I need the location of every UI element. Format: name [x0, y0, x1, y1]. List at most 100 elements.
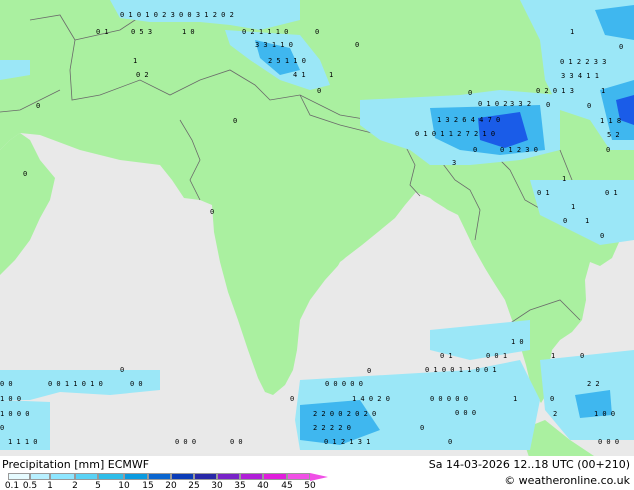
colorbar-tick-label: 10 [118, 481, 130, 490]
precip-value-label: 0 [120, 366, 125, 374]
precip-value-label: 0 [606, 146, 611, 154]
colorbar-tick-label: 35 [234, 481, 246, 490]
precip-value-label: 0 [619, 43, 624, 51]
precip-value-label: 0 0 0 [598, 438, 620, 446]
copyright-notice[interactable]: © weatheronline.co.uk [504, 474, 630, 487]
precip-value-label: 0 [355, 41, 360, 49]
precip-value-label: 0 [233, 117, 238, 125]
precip-value-label: 0 5 3 [131, 28, 153, 36]
precip-value-label: 0 [0, 424, 5, 432]
precip-value-label: 0 0 0 [175, 438, 197, 446]
colorbar-tick-label: 40 [257, 481, 269, 490]
precip-value-label: 4 1 [293, 71, 306, 79]
precip-value-label: 0 0 [0, 380, 13, 388]
precip-value-label: 0 0 0 0 0 [325, 380, 363, 388]
precip-value-label: 5 2 [607, 131, 620, 139]
precip-value-label: 0 [317, 87, 322, 95]
precip-value-label: 0 0 [230, 438, 243, 446]
precip-value-label: 0 [580, 352, 585, 360]
precip-value-label: 1 [551, 352, 556, 360]
precip-value-label: 0 2 1 1 1 0 [242, 28, 289, 36]
precip-value-label: 0 [420, 424, 425, 432]
precip-value-label: 0 1 [537, 189, 550, 197]
colorbar-segment [148, 473, 171, 480]
colorbar-tick-label: 45 [281, 481, 293, 490]
precip-value-label: 1 1 8 [600, 117, 622, 125]
precip-value-label: 3 3 1 1 0 [255, 41, 293, 49]
precip-value-label: 0 1 0 1 0 2 3 0 0 3 1 2 0 2 [120, 11, 234, 19]
colorbar-tick-label: 25 [188, 481, 200, 490]
colorbar-segment [124, 473, 148, 480]
precip-value-label: 1 [585, 217, 590, 225]
precip-value-label: 0 0 [130, 380, 143, 388]
precip-value-label: 1 [570, 28, 575, 36]
colorbar-segment [263, 473, 287, 480]
precip-value-label: 0 1 [440, 352, 453, 360]
precip-value-label: 0 1 0 0 1 1 0 0 1 [425, 366, 497, 374]
precip-value-label: 0 1 0 2 [478, 100, 508, 108]
precip-value-label: 0 1 0 1 1 2 7 2 1 0 [415, 130, 496, 138]
colorbar-segment [98, 473, 124, 480]
precip-value-label: 1 0 0 [594, 410, 616, 418]
colorbar-segment [240, 473, 263, 480]
weather-map-view: 0 1 0 1 0 2 3 0 0 3 1 2 0 20 10 5 31 00 … [0, 0, 634, 490]
precip-value-label: 0 [23, 170, 28, 178]
precip-value-label: 2 2 0 0 2 0 2 0 [313, 410, 377, 418]
colorbar-segment [217, 473, 240, 480]
colorbar-segment [50, 473, 75, 480]
precip-value-label: 1 0 0 0 [0, 410, 30, 418]
precip-value-label: 0 [448, 438, 453, 446]
precip-value-label: 0 2 0 1 3 [536, 87, 574, 95]
precip-value-label: 0 1 [96, 28, 109, 36]
colorbar-arrow [310, 473, 328, 481]
colorbar-tick-label: 1 [47, 481, 53, 490]
colorbar-tick-label: 0.5 [22, 481, 38, 490]
precip-value-label: 0 0 1 [486, 352, 508, 360]
colorbar-segment [8, 473, 30, 480]
precip-value-label: 0 [210, 208, 215, 216]
precip-value-label: 0 [315, 28, 320, 36]
precip-value-label: 1 [601, 87, 606, 95]
colorbar-segment [30, 473, 50, 480]
precip-value-label: 0 [473, 146, 478, 154]
precip-value-label: 0 [550, 395, 555, 403]
precip-value-label: 0 [468, 89, 473, 97]
precip-value-label: 1 0 [511, 338, 524, 346]
colorbar-tick-label: 0.1 [4, 481, 20, 490]
colorbar-segment [171, 473, 194, 480]
valid-time: Sa 14-03-2026 12..18 UTC (00+210) [428, 458, 630, 471]
precip-value-label: 1 [513, 395, 518, 403]
precip-value-label: 0 1 2 3 0 [500, 146, 538, 154]
precip-value-label: 1 [571, 203, 576, 211]
precip-value-label: 0 0 0 0 0 [430, 395, 468, 403]
precip-value-label: 3 3 4 1 1 [561, 72, 599, 80]
precip-value-label: 0 [563, 217, 568, 225]
precip-value-label: 0 [290, 395, 295, 403]
colorbar-segment [287, 473, 310, 480]
precip-value-label: 1 4 0 2 0 [352, 395, 390, 403]
precip-value-label: 0 [36, 102, 41, 110]
precip-value-label: 3 [452, 159, 457, 167]
precip-value-label: 2 2 2 2 0 [313, 424, 351, 432]
precipitation-colorbar: 0.1 0.5 1 2 5 10 15 20 25 30 35 40 45 50 [0, 473, 330, 490]
colorbar-segment [194, 473, 217, 480]
map-title: Precipitation [mm] ECMWF [2, 458, 150, 471]
map-footer: Precipitation [mm] ECMWF Sa 14-03-2026 1… [0, 456, 634, 490]
colorbar-tick-label: 20 [165, 481, 177, 490]
precip-value-label: 1 0 [182, 28, 195, 36]
precip-value-label: 0 1 2 1 3 1 [324, 438, 371, 446]
precip-value-label: 0 2 [136, 71, 149, 79]
precip-value-label: 0 [587, 102, 592, 110]
precip-value-label: 0 1 [605, 189, 618, 197]
colorbar-tick-label: 30 [211, 481, 223, 490]
precip-value-label: 0 [367, 367, 372, 375]
precip-value-label: 1 [133, 57, 138, 65]
precip-value-label: 1 [562, 175, 567, 183]
precip-value-label: 1 1 1 0 [8, 438, 38, 446]
precip-value-label: 0 [600, 232, 605, 240]
colorbar-segment [75, 473, 98, 480]
precip-value-label: 2 5 1 1 0 [268, 57, 306, 65]
colorbar-tick-label: 15 [142, 481, 154, 490]
precip-value-label: 1 [329, 71, 334, 79]
colorbar-tick-label: 2 [72, 481, 78, 490]
